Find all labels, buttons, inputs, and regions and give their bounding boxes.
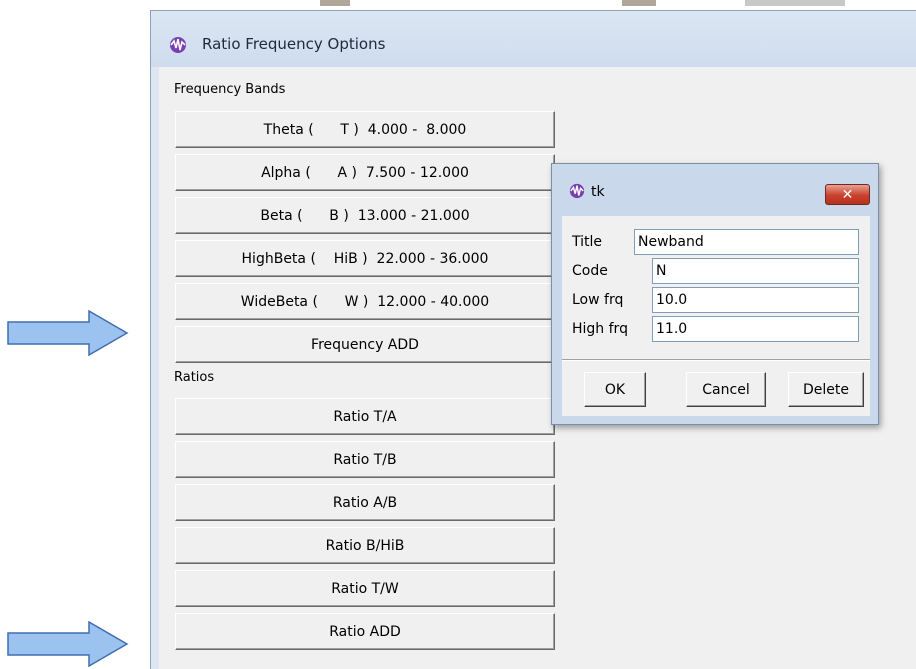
dialog-separator — [562, 359, 870, 361]
code-field-label: Code — [572, 263, 608, 279]
close-icon: ✕ — [841, 186, 854, 203]
low-frequency-label: Low frq — [572, 292, 624, 308]
frequency-add-button[interactable]: Frequency ADD — [175, 326, 555, 363]
app-icon — [168, 36, 188, 58]
window-title-bar[interactable]: Ratio Frequency Options — [151, 11, 916, 67]
cancel-button[interactable]: Cancel — [686, 372, 766, 407]
band-button-widebeta[interactable]: WideBeta ( W ) 12.000 - 40.000 — [175, 283, 555, 320]
ratio-add-button[interactable]: Ratio ADD — [175, 613, 555, 650]
window-title: Ratio Frequency Options — [202, 35, 386, 53]
background-mark — [745, 0, 845, 6]
app-icon — [568, 183, 586, 203]
background-window-strip — [150, 0, 916, 8]
band-button-beta[interactable]: Beta ( B ) 13.000 - 21.000 — [175, 197, 555, 234]
ratio-button-t-a[interactable]: Ratio T/A — [175, 398, 555, 435]
annotation-arrow-frequency-add — [7, 310, 129, 356]
high-frequency-input[interactable]: 11.0 — [652, 316, 859, 342]
background-mark — [622, 0, 656, 6]
dialog-body: Title Newband Code N Low frq 10.0 High f… — [562, 216, 870, 416]
dialog-title-bar[interactable]: tk ✕ — [552, 164, 878, 205]
ratio-button-a-b[interactable]: Ratio A/B — [175, 484, 555, 521]
band-button-theta[interactable]: Theta ( T ) 4.000 - 8.000 — [175, 111, 555, 148]
title-input[interactable]: Newband — [634, 229, 859, 255]
close-button[interactable]: ✕ — [825, 184, 870, 205]
tk-dialog: tk ✕ Title Newband Code N Low frq 10.0 H… — [551, 163, 879, 425]
ratios-label: Ratios — [174, 370, 215, 385]
title-field-label: Title — [572, 234, 603, 250]
ratio-button-b-hib[interactable]: Ratio B/HiB — [175, 527, 555, 564]
code-input[interactable]: N — [652, 258, 859, 284]
band-button-highbeta[interactable]: HighBeta ( HiB ) 22.000 - 36.000 — [175, 240, 555, 277]
annotation-arrow-ratio-add — [7, 621, 129, 667]
frequency-bands-label: Frequency Bands — [174, 82, 286, 97]
ratio-button-t-w[interactable]: Ratio T/W — [175, 570, 555, 607]
ok-button[interactable]: OK — [584, 372, 646, 407]
ratio-button-t-b[interactable]: Ratio T/B — [175, 441, 555, 478]
dialog-title: tk — [591, 184, 605, 200]
delete-button[interactable]: Delete — [788, 372, 864, 407]
high-frequency-label: High frq — [572, 321, 628, 337]
band-button-alpha[interactable]: Alpha ( A ) 7.500 - 12.000 — [175, 154, 555, 191]
low-frequency-input[interactable]: 10.0 — [652, 287, 859, 313]
background-mark — [320, 0, 350, 6]
